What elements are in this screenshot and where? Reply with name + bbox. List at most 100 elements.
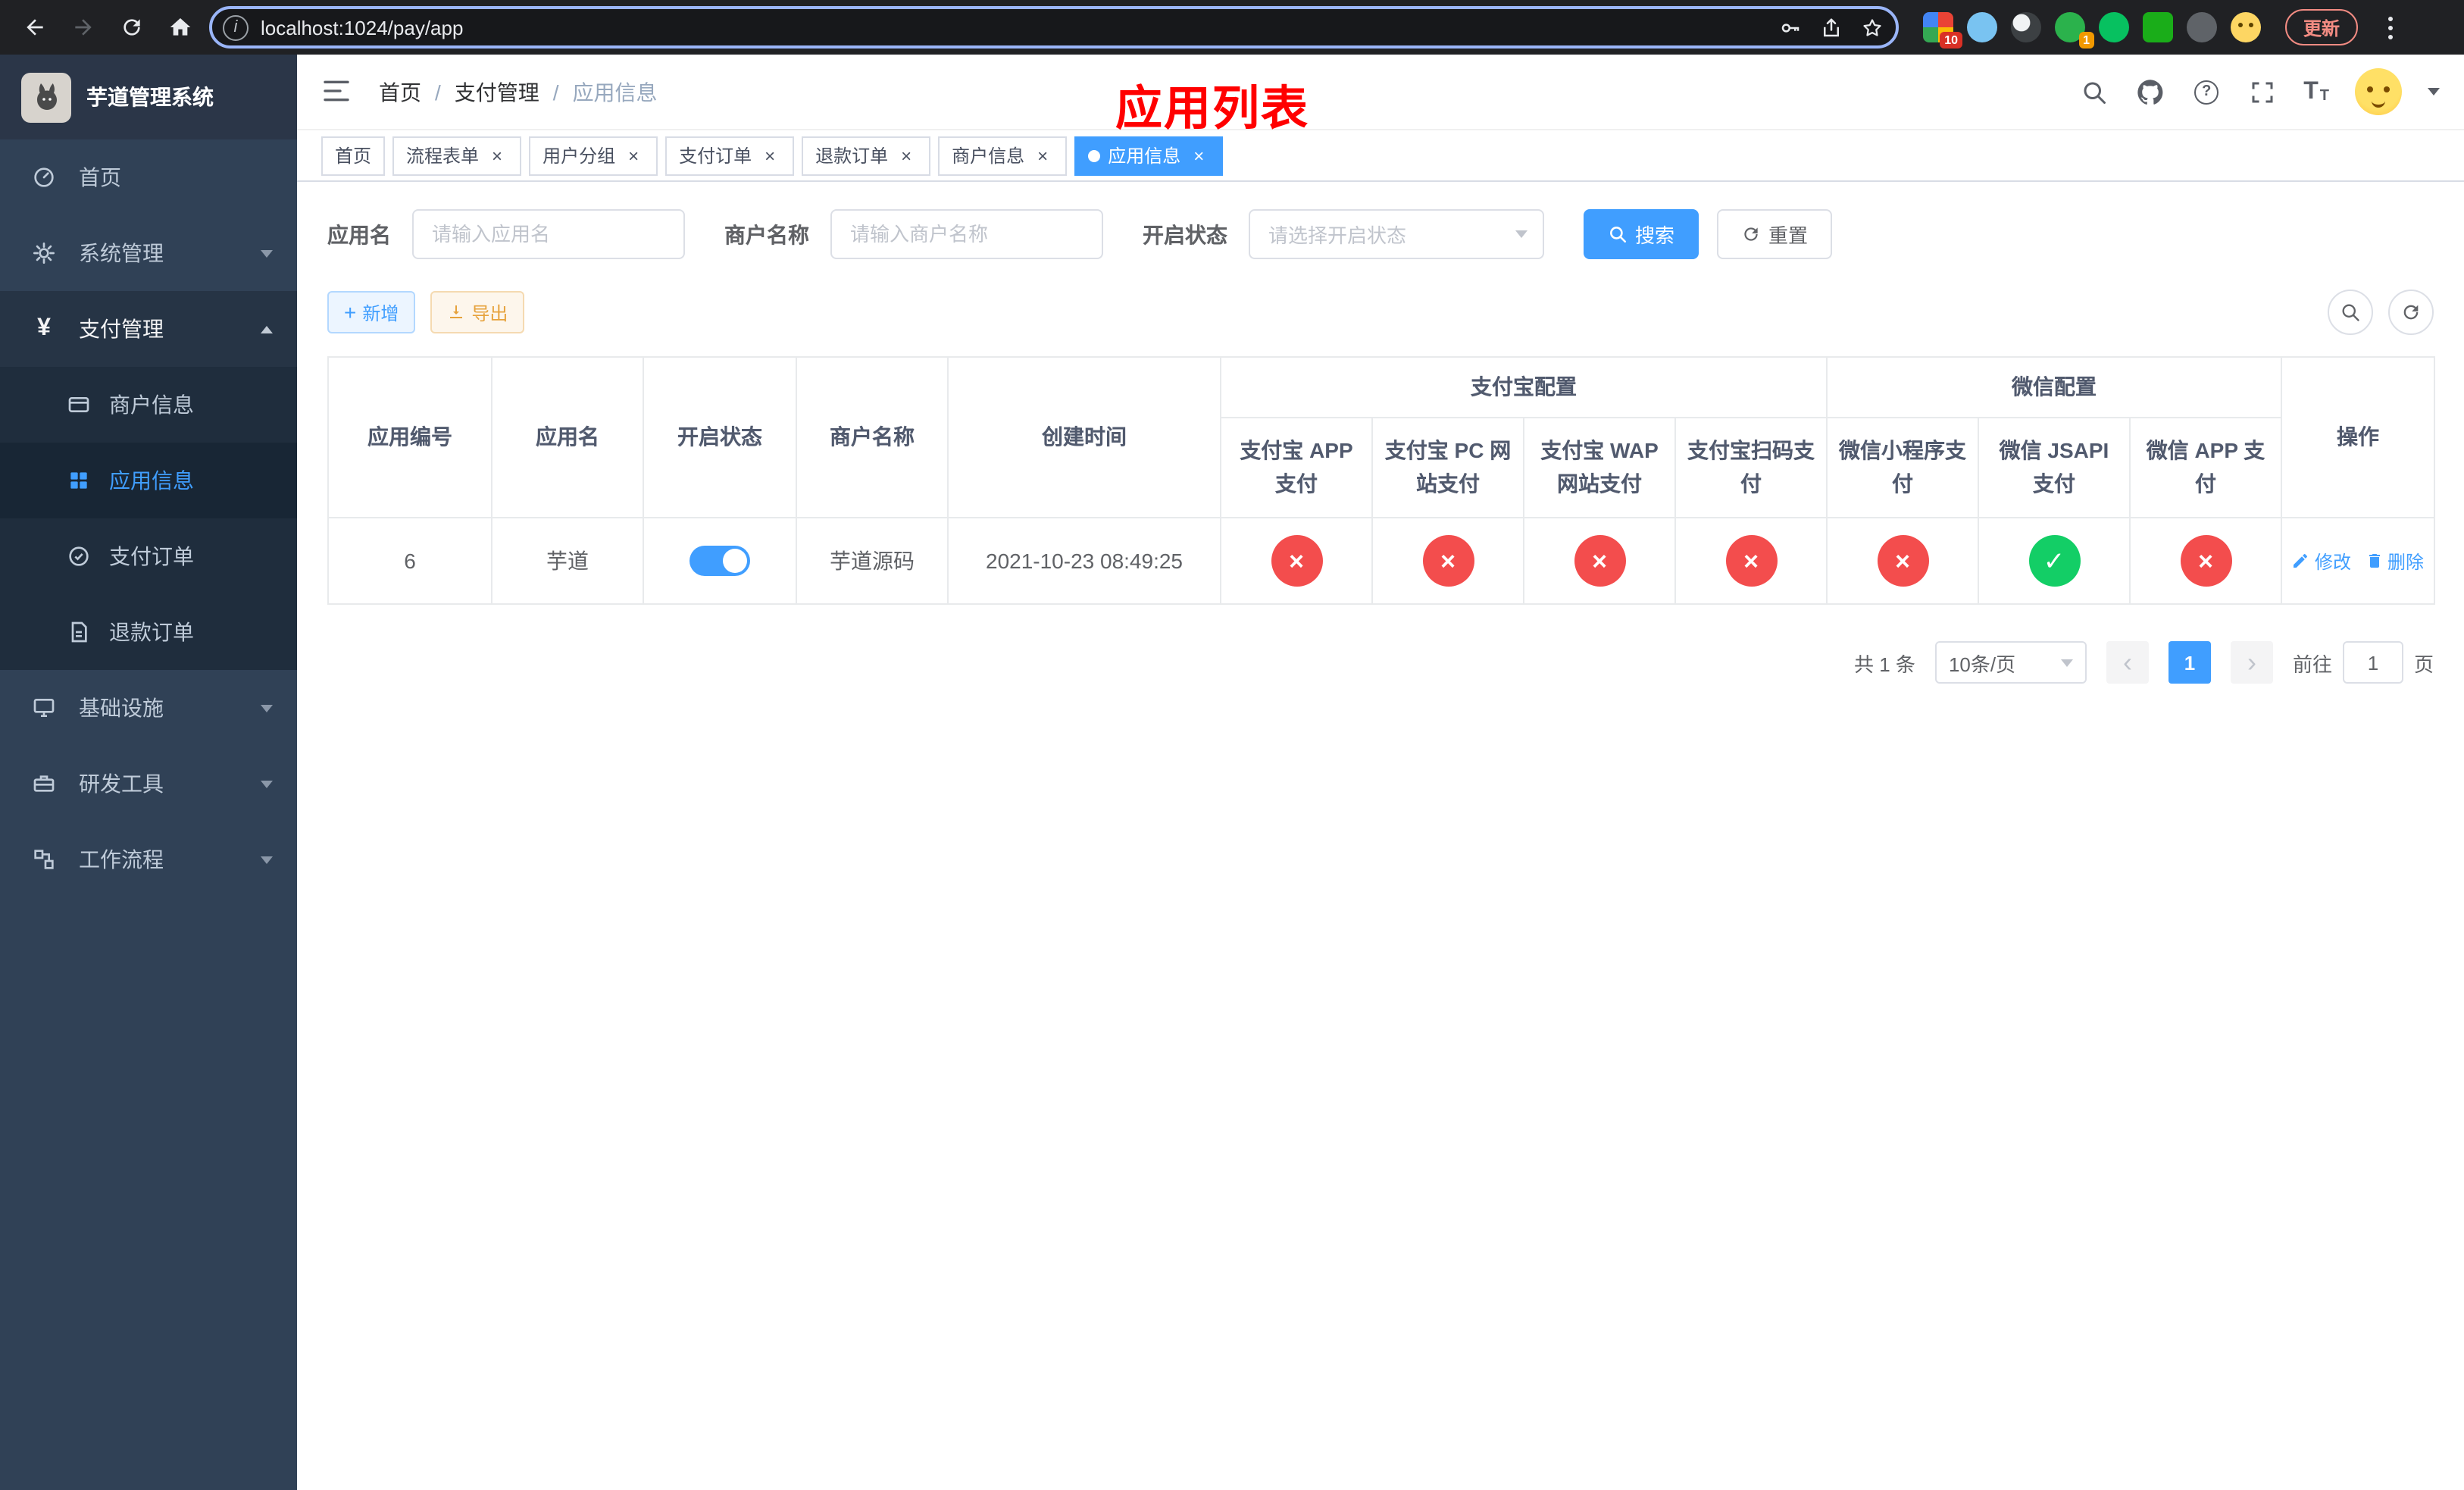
chevron-down-icon xyxy=(261,249,273,257)
merchant-card-icon xyxy=(67,391,91,418)
page-size-select[interactable]: 10条/页 xyxy=(1934,641,2087,684)
logo-rabbit-icon xyxy=(21,72,71,122)
bookmark-star-icon[interactable] xyxy=(1861,16,1884,39)
sidebar-subitem-app-info[interactable]: 应用信息 xyxy=(0,443,297,518)
browser-extension-icon[interactable] xyxy=(2011,12,2041,42)
tab-home[interactable]: 首页 xyxy=(321,136,386,175)
export-button[interactable]: 导出 xyxy=(430,291,525,333)
app-name-label: 应用名 xyxy=(327,222,391,246)
font-size-icon[interactable]: TT xyxy=(2303,79,2329,104)
menu-label: 研发工具 xyxy=(79,772,164,796)
breadcrumb-payment[interactable]: 支付管理 xyxy=(455,77,539,107)
sidebar-subitem-merchant-info[interactable]: 商户信息 xyxy=(0,367,297,443)
close-icon[interactable]: × xyxy=(623,145,644,166)
browser-extension-icon[interactable] xyxy=(2143,12,2173,42)
table-utilities xyxy=(2328,290,2434,335)
url-bar[interactable]: i localhost:1024/pay/app xyxy=(209,6,1899,49)
password-key-icon[interactable] xyxy=(1779,16,1802,39)
tab-refund-orders[interactable]: 退款订单 × xyxy=(802,136,931,175)
browser-extension-icon[interactable] xyxy=(2099,12,2129,42)
chevron-down-icon xyxy=(261,780,273,787)
sidebar-item-system[interactable]: 系统管理 xyxy=(0,215,297,291)
github-icon[interactable] xyxy=(2135,77,2165,107)
url-text[interactable]: localhost:1024/pay/app xyxy=(261,16,1767,39)
tab-merchant-info[interactable]: 商户信息 × xyxy=(938,136,1068,175)
tab-label: 商户信息 xyxy=(952,146,1025,167)
next-page-button[interactable]: › xyxy=(2230,641,2273,684)
menu-label: 应用信息 xyxy=(109,468,194,493)
fullscreen-icon[interactable] xyxy=(2247,77,2278,107)
add-button[interactable]: + 新增 xyxy=(327,291,416,333)
breadcrumb-home[interactable]: 首页 xyxy=(379,77,421,107)
menu-label: 商户信息 xyxy=(109,393,194,417)
close-icon[interactable]: × xyxy=(1032,145,1053,166)
col-header-status: 开启状态 xyxy=(643,356,797,518)
tab-label: 支付订单 xyxy=(679,146,752,167)
document-icon xyxy=(67,618,91,646)
pagination-total: 共 1 条 xyxy=(1854,653,1915,675)
help-icon[interactable]: ? xyxy=(2191,77,2222,107)
browser-menu-icon[interactable] xyxy=(2376,11,2403,44)
goto-prefix: 前往 xyxy=(2292,653,2332,675)
browser-extension-icon[interactable]: 10 xyxy=(1923,12,1962,49)
tab-process-form[interactable]: 流程表单 × xyxy=(392,136,522,175)
sidebar-subitem-refund-orders[interactable]: 退款订单 xyxy=(0,594,297,670)
sidebar-item-workflow[interactable]: 工作流程 xyxy=(0,822,297,897)
chevron-down-icon xyxy=(1515,230,1527,238)
close-icon[interactable]: × xyxy=(486,145,508,166)
menu-label: 支付管理 xyxy=(79,317,164,341)
omnibox-actions xyxy=(1779,16,1884,39)
dashboard-icon xyxy=(30,164,58,191)
sidebar-item-payment[interactable]: ¥ 支付管理 xyxy=(0,291,297,367)
share-icon[interactable] xyxy=(1820,16,1843,39)
extension-badge: 10 xyxy=(1940,32,1962,49)
sidebar-item-infrastructure[interactable]: 基础设施 xyxy=(0,670,297,746)
search-button[interactable]: 搜索 xyxy=(1584,209,1699,259)
browser-extension-icon[interactable] xyxy=(1967,12,1997,42)
menu-label: 系统管理 xyxy=(79,241,164,265)
forward-icon[interactable] xyxy=(64,8,103,47)
user-avatar[interactable] xyxy=(2355,68,2402,115)
sidebar-item-dev-tools[interactable]: 研发工具 xyxy=(0,746,297,822)
tab-payment-orders[interactable]: 支付订单 × xyxy=(665,136,795,175)
tab-app-info[interactable]: 应用信息 × xyxy=(1074,136,1224,175)
yen-icon: ¥ xyxy=(37,315,51,341)
browser-update-button[interactable]: 更新 xyxy=(2285,9,2359,45)
page-number-button[interactable]: 1 xyxy=(2168,641,2211,684)
reset-button[interactable]: 重置 xyxy=(1717,209,1833,259)
refresh-icon[interactable] xyxy=(2388,290,2434,335)
goto-page-input[interactable] xyxy=(2342,641,2403,684)
edit-link[interactable]: 修改 xyxy=(2292,548,2351,574)
app-name-input[interactable] xyxy=(412,209,685,259)
workflow-icon xyxy=(30,846,58,873)
delete-link[interactable]: 删除 xyxy=(2365,548,2424,574)
extensions-row: 10 1 xyxy=(1923,12,2261,49)
close-icon[interactable]: × xyxy=(896,145,917,166)
browser-extension-icon[interactable] xyxy=(2187,12,2217,42)
chevron-up-icon xyxy=(261,325,273,333)
prev-page-button[interactable]: ‹ xyxy=(2106,641,2149,684)
reload-icon[interactable] xyxy=(112,8,152,47)
site-info-icon[interactable]: i xyxy=(223,14,249,40)
grid-icon xyxy=(67,467,91,494)
status-select[interactable]: 请选择开启状态 xyxy=(1249,209,1544,259)
search-icon[interactable] xyxy=(2079,77,2109,107)
browser-extension-icon[interactable]: 1 xyxy=(2055,12,2094,49)
menu-label: 退款订单 xyxy=(109,620,194,644)
sidebar-subitem-payment-orders[interactable]: 支付订单 xyxy=(0,518,297,594)
enabled-toggle[interactable] xyxy=(689,546,750,576)
sidebar-toggle-icon[interactable] xyxy=(321,75,355,108)
tab-user-group[interactable]: 用户分组 × xyxy=(529,136,658,175)
back-icon[interactable] xyxy=(15,8,55,47)
close-icon[interactable]: × xyxy=(759,145,780,166)
merchant-name-input[interactable] xyxy=(830,209,1103,259)
close-icon[interactable]: × xyxy=(1188,145,1209,166)
avatar-caret-icon[interactable] xyxy=(2428,88,2440,95)
home-icon[interactable] xyxy=(161,8,200,47)
sidebar-item-home[interactable]: 首页 xyxy=(0,139,297,215)
browser-extension-icon[interactable] xyxy=(2231,12,2261,42)
menu-label: 首页 xyxy=(79,165,121,189)
browser-chrome: i localhost:1024/pay/app 10 1 更新 xyxy=(0,0,2464,55)
app-logo[interactable]: 芋道管理系统 xyxy=(0,55,297,139)
toggle-search-icon[interactable] xyxy=(2328,290,2373,335)
